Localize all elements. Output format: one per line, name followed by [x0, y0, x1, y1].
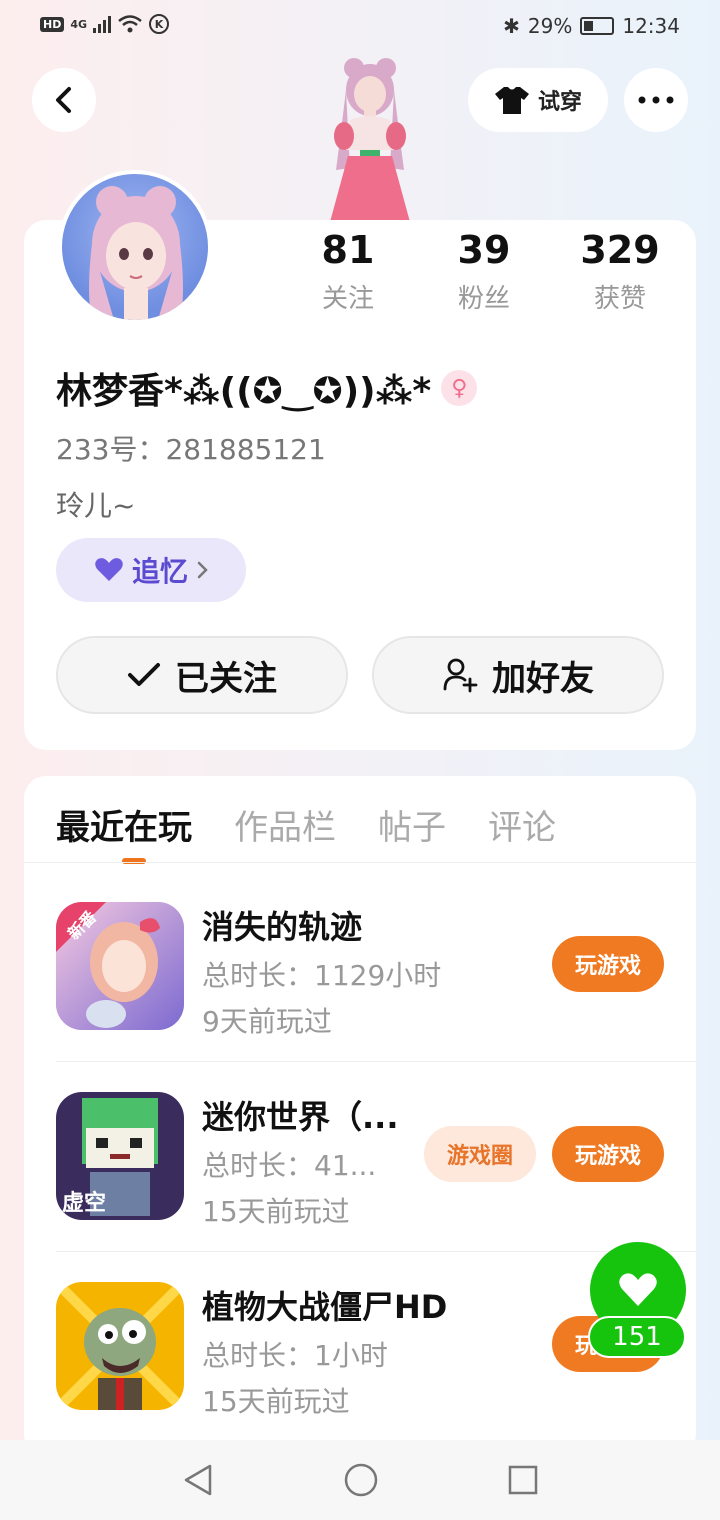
- game-title: 植物大战僵尸HD: [202, 1288, 448, 1326]
- game-title: 消失的轨迹: [202, 908, 363, 946]
- game-duration: 总时长：1129小时: [202, 959, 442, 992]
- stat-fans[interactable]: 39 粉丝: [416, 228, 552, 315]
- stat-likes[interactable]: 329 获赞: [552, 228, 688, 315]
- play-game-button[interactable]: 玩游戏: [552, 936, 664, 992]
- battery-icon: [580, 17, 615, 35]
- avatar[interactable]: [58, 170, 212, 324]
- dressup-avatar-figure[interactable]: [310, 50, 430, 222]
- profile-stats: 81 关注 39 粉丝 329 获赞: [280, 228, 690, 315]
- nav-back-icon[interactable]: [182, 1463, 214, 1497]
- tab-works[interactable]: 作品栏: [234, 800, 336, 849]
- like-count: 151: [588, 1316, 686, 1358]
- status-bar: HD 4G K ✱ 29% 12:34: [0, 0, 720, 56]
- games-card: 最近在玩 作品栏 帖子 评论 新番 消失的轨迹 总时长：1129小时 9天前玩过…: [24, 776, 696, 1456]
- tryon-label: 试穿: [537, 90, 582, 115]
- chevron-right-icon: [197, 561, 208, 579]
- game-badge: 虚空: [62, 1190, 106, 1216]
- tabs-divider: [24, 862, 696, 863]
- game-circle-button[interactable]: 游戏圈: [424, 1126, 536, 1182]
- tryon-button[interactable]: 试穿: [468, 68, 608, 132]
- memory-tag-button[interactable]: 追忆: [56, 538, 246, 602]
- stat-value: 39: [457, 228, 511, 272]
- user-id[interactable]: 233号：281885121: [56, 428, 326, 468]
- stat-label: 获赞: [593, 284, 646, 314]
- nickname: 林梦香*⁂((✪‿✪))⁂* ♀: [56, 362, 478, 414]
- female-icon: ♀: [441, 370, 478, 406]
- nav-home-icon[interactable]: [344, 1463, 378, 1497]
- stat-label: 粉丝: [457, 284, 510, 314]
- stat-value: 329: [580, 228, 660, 272]
- stat-label: 关注: [321, 284, 374, 314]
- more-button[interactable]: [624, 68, 688, 132]
- nickname-text: 林梦香*⁂((✪‿✪))⁂*: [56, 371, 432, 412]
- stat-following[interactable]: 81 关注: [280, 228, 416, 315]
- game-icon[interactable]: 虚空: [56, 1092, 184, 1220]
- game-title: 迷你世界（...: [202, 1098, 399, 1136]
- add-friend-button[interactable]: 加好友: [372, 636, 664, 714]
- profile-tabs: 最近在玩 作品栏 帖子 评论: [56, 800, 556, 864]
- followed-button[interactable]: 已关注: [56, 636, 348, 714]
- stat-value: 81: [321, 228, 375, 272]
- game-icon[interactable]: 新番: [56, 902, 184, 1030]
- bio: 玲儿~: [56, 489, 136, 522]
- avatar-portrait: [89, 186, 183, 320]
- nav-recents-icon[interactable]: [508, 1465, 538, 1495]
- more-dots-icon: [638, 96, 674, 104]
- game-last-played: 15天前玩过: [202, 1195, 350, 1228]
- network-type: 4G: [70, 17, 88, 31]
- tab-comments[interactable]: 评论: [488, 800, 556, 849]
- game-row[interactable]: 虚空 迷你世界（... 总时长：41... 15天前玩过 游戏圈 玩游戏: [56, 1062, 696, 1252]
- tag-label: 追忆: [131, 555, 188, 588]
- hd-icon: HD: [40, 16, 65, 32]
- back-button[interactable]: [32, 68, 96, 132]
- add-friend-label: 加好友: [492, 658, 594, 699]
- k-icon: K: [149, 14, 170, 34]
- game-icon[interactable]: [56, 1282, 184, 1410]
- tab-recent-play[interactable]: 最近在玩: [56, 800, 192, 864]
- game-duration: 总时长：41...: [202, 1149, 377, 1182]
- battery-percent: 29%: [527, 14, 573, 38]
- chevron-left-icon: [56, 87, 71, 113]
- add-user-icon: [443, 658, 478, 693]
- play-game-button[interactable]: 玩游戏: [552, 1126, 664, 1182]
- followed-label: 已关注: [175, 658, 277, 699]
- signal-icon: [93, 15, 112, 33]
- system-nav-bar: [0, 1440, 720, 1520]
- bluetooth-icon: ✱: [503, 14, 520, 38]
- game-duration: 总时长：1小时: [202, 1339, 388, 1372]
- check-icon: [128, 663, 160, 686]
- game-last-played: 9天前玩过: [202, 1005, 332, 1038]
- heart-icon: [619, 1273, 657, 1306]
- clock: 12:34: [622, 14, 680, 38]
- wifi-icon: [118, 15, 142, 33]
- tshirt-icon: [494, 87, 529, 114]
- heart-icon: [95, 558, 123, 581]
- game-last-played: 15天前玩过: [202, 1385, 350, 1418]
- tab-posts[interactable]: 帖子: [378, 800, 446, 849]
- game-row[interactable]: 新番 消失的轨迹 总时长：1129小时 9天前玩过 玩游戏: [56, 872, 696, 1062]
